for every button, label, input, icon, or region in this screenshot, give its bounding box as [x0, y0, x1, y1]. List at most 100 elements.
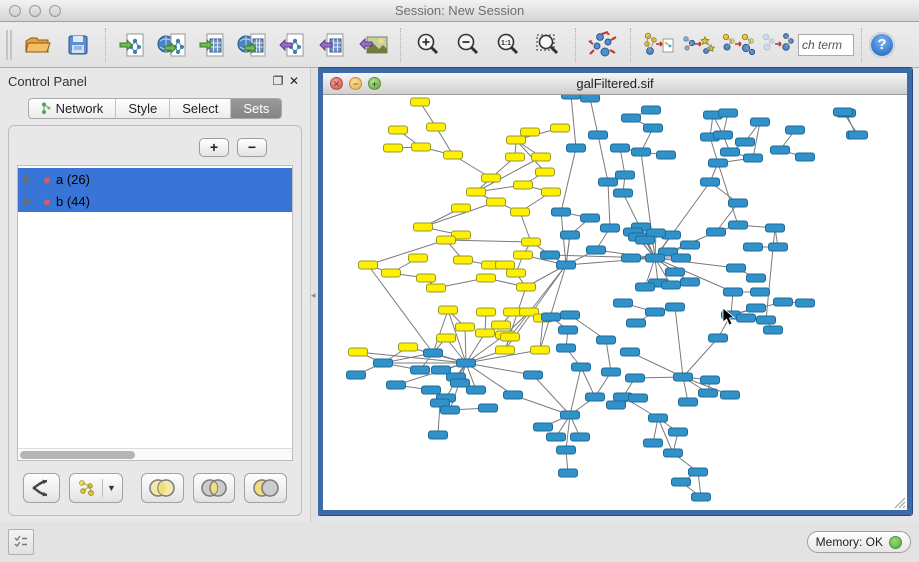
set-list: ▶ ● a (26) ▶ ● b (44) [17, 165, 293, 461]
memory-status-label: Memory: OK [816, 535, 883, 549]
tab-select-label: Select [182, 101, 218, 116]
first-neighbors-icon [681, 31, 715, 59]
control-panel-title: Control Panel [8, 74, 270, 89]
grow-selection-button[interactable] [718, 26, 758, 64]
sets-panel: + − ▶ ● a (26) ▶ ● b (44) [8, 125, 302, 516]
toolbar-separator [105, 28, 106, 62]
apply-layout-icon [588, 31, 618, 59]
export-table-button[interactable] [313, 26, 353, 64]
search-input[interactable] [798, 34, 854, 56]
venn-union-icon [147, 478, 177, 498]
expand-triangle-icon[interactable]: ▶ [18, 174, 38, 185]
set-dot-icon: ● [38, 172, 56, 187]
control-panel-header: Control Panel ❐ ✕ [0, 68, 310, 94]
close-panel-icon[interactable]: ✕ [286, 74, 302, 88]
toolbar: 1:1 [0, 22, 919, 68]
set-add-remove: + − [17, 134, 293, 165]
zoom-selected-icon [534, 32, 562, 58]
toolbar-separator [861, 28, 862, 62]
set-row-a[interactable]: ▶ ● a (26) [18, 168, 292, 190]
zoom-in-button[interactable] [408, 26, 448, 64]
zoom-out-button[interactable] [448, 26, 488, 64]
network-to-file-icon [642, 31, 674, 59]
import-network-web-button[interactable] [153, 26, 193, 64]
help-button[interactable]: ? [869, 32, 895, 58]
toolbar-separator [575, 28, 576, 62]
import-network-file-button[interactable] [113, 26, 153, 64]
scrollbar-thumb[interactable] [20, 451, 135, 459]
toolbar-separator [400, 28, 401, 62]
zoom-out-icon [455, 32, 481, 58]
dropdown-arrow-icon[interactable]: ▼ [107, 483, 116, 493]
apply-layout-button[interactable] [583, 26, 623, 64]
resize-grip[interactable] [892, 495, 906, 509]
open-folder-icon [24, 33, 52, 57]
import-network-file-icon [119, 32, 147, 58]
select-first-neighbors-button[interactable] [678, 26, 718, 64]
toolbar-separator [630, 28, 631, 62]
mouse-cursor-icon [323, 95, 907, 510]
set-dot-icon: ● [38, 194, 56, 209]
split-set-button[interactable] [23, 473, 60, 503]
zoom-selected-button[interactable] [528, 26, 568, 64]
export-image-icon [358, 32, 388, 58]
main-content: Control Panel ❐ ✕ Network Style Se [0, 68, 919, 522]
set-intersection-button[interactable] [193, 473, 236, 503]
set-label: b (44) [56, 194, 90, 209]
zoom-in-icon [415, 32, 441, 58]
network-frame-titlebar[interactable]: ✕ − + galFiltered.sif [323, 73, 907, 95]
app-titlebar: Session: New Session [0, 0, 919, 22]
panel-divider[interactable]: ◂ [310, 68, 318, 522]
zoom-one-to-one-icon: 1:1 [495, 32, 521, 58]
save-floppy-icon [66, 33, 90, 57]
float-panel-icon[interactable]: ❐ [270, 74, 286, 88]
tab-network-label: Network [56, 101, 104, 116]
export-image-button[interactable] [353, 26, 393, 64]
memory-status-button[interactable]: Memory: OK [807, 531, 911, 553]
tab-sets[interactable]: Sets [231, 99, 281, 118]
tab-network[interactable]: Network [29, 99, 117, 118]
network-frame[interactable]: ✕ − + galFiltered.sif [318, 68, 912, 515]
fade-unselected-icon [761, 31, 795, 59]
grow-selection-icon [721, 31, 755, 59]
open-session-button[interactable] [18, 26, 58, 64]
split-arrows-icon [31, 479, 51, 497]
horizontal-scrollbar[interactable] [18, 448, 292, 460]
expand-triangle-icon[interactable]: ▶ [18, 196, 38, 207]
network-canvas[interactable] [323, 95, 907, 510]
import-table-file-button[interactable] [193, 26, 233, 64]
export-network-button[interactable] [273, 26, 313, 64]
export-network-icon [279, 32, 307, 58]
add-set-button[interactable]: + [199, 138, 229, 157]
fade-unselected-button[interactable] [758, 26, 798, 64]
control-panel: Control Panel ❐ ✕ Network Style Se [0, 68, 310, 522]
create-set-from-network-button[interactable]: ▼ [69, 473, 123, 503]
control-panel-tabs: Network Style Select Sets [0, 98, 310, 119]
import-table-web-icon [237, 32, 269, 58]
set-difference-button[interactable] [244, 473, 287, 503]
network-set-icon [76, 479, 98, 497]
set-label: a (26) [56, 172, 90, 187]
task-history-button[interactable] [8, 529, 34, 555]
remove-set-button[interactable]: − [237, 138, 267, 157]
tab-sets-label: Sets [243, 101, 269, 116]
set-union-button[interactable] [141, 473, 184, 503]
import-table-file-icon [199, 32, 227, 58]
tab-select[interactable]: Select [170, 99, 231, 118]
copy-network-to-file-button[interactable] [638, 26, 678, 64]
svg-text:1:1: 1:1 [501, 40, 511, 47]
venn-difference-icon [251, 478, 281, 498]
export-table-icon [319, 32, 347, 58]
app-title: Session: New Session [0, 3, 919, 18]
save-session-button[interactable] [58, 26, 98, 64]
network-tab-icon [41, 102, 51, 115]
set-row-b[interactable]: ▶ ● b (44) [18, 190, 292, 212]
tab-style[interactable]: Style [116, 99, 170, 118]
network-frame-title: galFiltered.sif [323, 76, 907, 91]
network-desktop: ✕ − + galFiltered.sif [318, 68, 919, 522]
import-table-web-button[interactable] [233, 26, 273, 64]
zoom-fit-button[interactable]: 1:1 [488, 26, 528, 64]
toolbar-grip[interactable] [6, 30, 12, 60]
import-network-web-icon [157, 32, 189, 58]
divider-collapse-icon[interactable]: ◂ [311, 290, 316, 301]
